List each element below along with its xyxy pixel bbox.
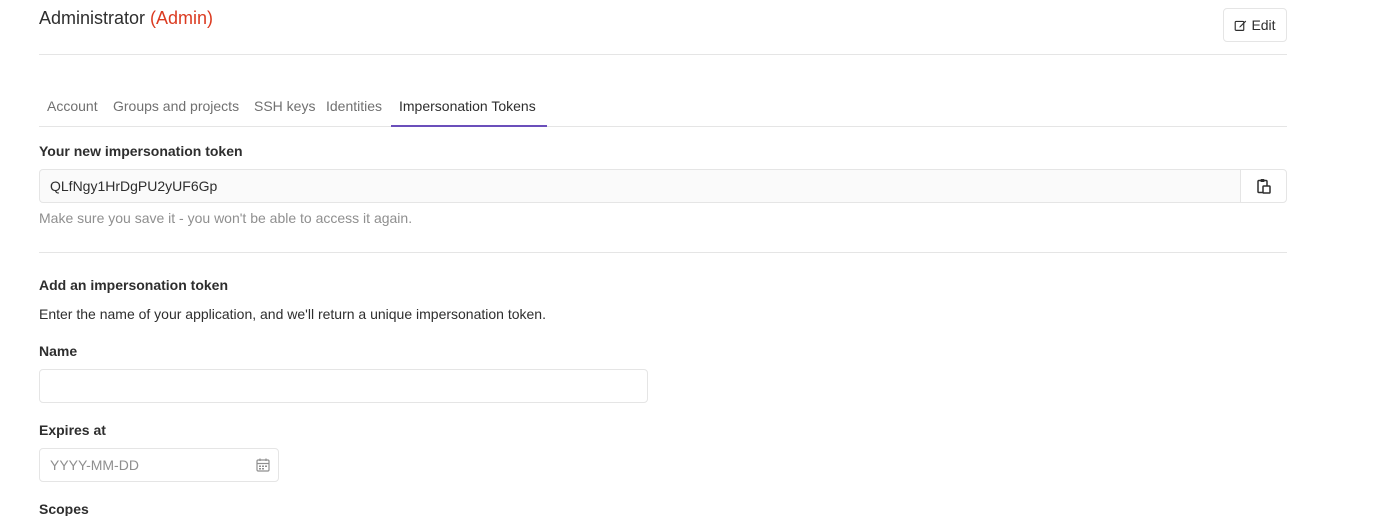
expires-at-label: Expires at (39, 422, 106, 438)
tab-identities[interactable]: Identities (318, 93, 390, 127)
edit-icon (1235, 20, 1247, 31)
name-input[interactable] (39, 369, 648, 403)
clipboard-icon (1256, 179, 1271, 194)
scopes-label: Scopes (39, 501, 89, 516)
tab-groups-and-projects[interactable]: Groups and projects (105, 93, 247, 127)
user-name: Administrator (39, 8, 146, 28)
expires-at-input[interactable]: YYYY-MM-DD (39, 448, 279, 482)
edit-button[interactable]: Edit (1223, 8, 1287, 42)
tab-ssh-keys[interactable]: SSH keys (246, 93, 323, 127)
user-tabs: Account Groups and projects SSH keys Ide… (39, 55, 1287, 127)
edit-button-label: Edit (1251, 17, 1276, 33)
token-warning-text: Make sure you save it - you won't be abl… (39, 210, 413, 226)
new-token-heading: Your new impersonation token (39, 143, 243, 159)
page-header: Administrator (Admin) Edit (39, 0, 1287, 55)
section-divider (39, 252, 1287, 253)
tab-impersonation-tokens[interactable]: Impersonation Tokens (391, 93, 547, 127)
add-token-heading: Add an impersonation token (39, 277, 229, 293)
new-token-field: QLfNgy1HrDgPU2yUF6Gp (39, 169, 1287, 203)
expires-at-placeholder: YYYY-MM-DD (50, 457, 139, 473)
calendar-icon[interactable] (256, 458, 270, 472)
new-token-input[interactable]: QLfNgy1HrDgPU2yUF6Gp (39, 169, 1241, 203)
page-title: Administrator (Admin) (39, 8, 213, 29)
copy-token-button[interactable] (1240, 169, 1287, 203)
user-admin-page: Administrator (Admin) Edit Account Group… (39, 0, 1287, 516)
admin-badge: (Admin) (150, 8, 214, 28)
tab-account[interactable]: Account (39, 93, 106, 127)
name-label: Name (39, 343, 78, 359)
add-token-description: Enter the name of your application, and … (39, 306, 546, 322)
